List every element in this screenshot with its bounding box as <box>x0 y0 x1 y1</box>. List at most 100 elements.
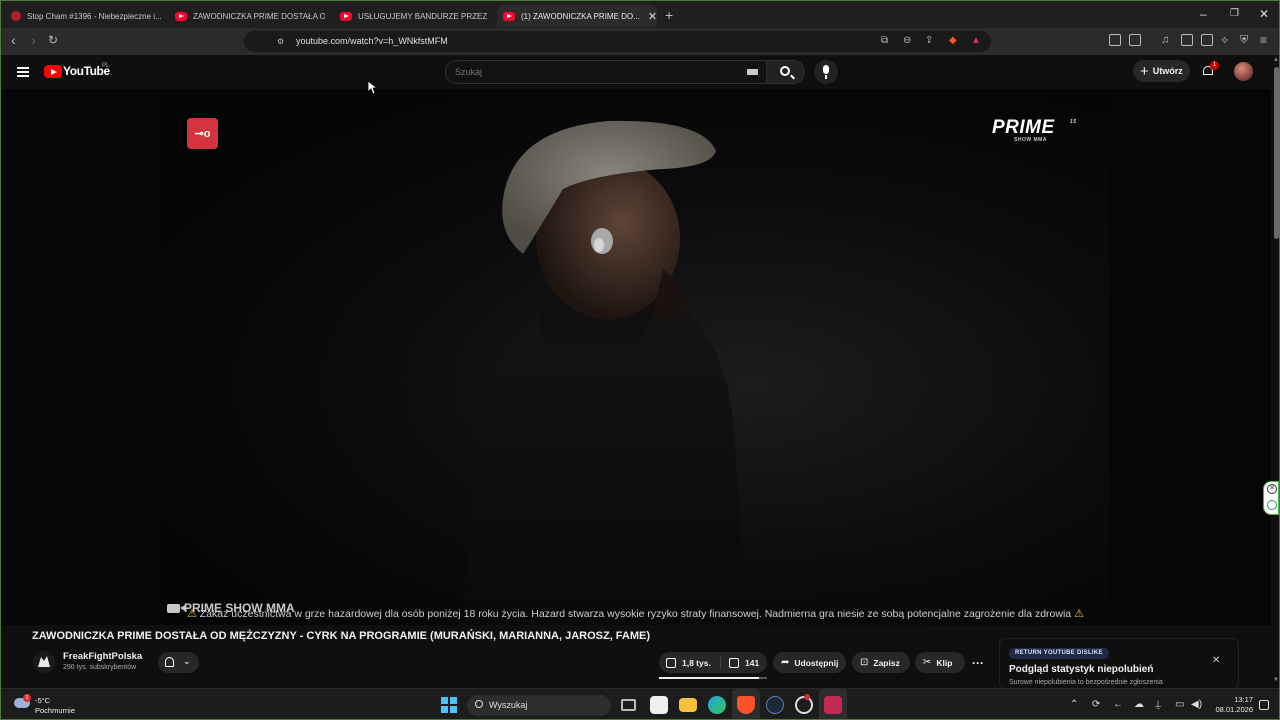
account-avatar[interactable] <box>1234 62 1253 81</box>
tab-title: Stop Cham #1396 - Niebezpieczne i... <box>27 11 162 21</box>
steam-icon[interactable] <box>766 696 784 714</box>
notification-center-icon[interactable] <box>1259 700 1269 710</box>
keyboard-icon[interactable] <box>747 69 758 75</box>
page-scrollbar[interactable]: ▲ ▼ <box>1271 55 1279 688</box>
brave-shields-icon[interactable]: ◆ <box>949 35 957 46</box>
tab-strip: Stop Cham #1396 - Niebezpieczne i... ZAW… <box>1 1 1279 28</box>
weather-alert-badge: 1 <box>23 694 31 702</box>
sync-icon[interactable]: ⟳ <box>1092 699 1100 710</box>
scissors-icon: ✂ <box>923 657 932 668</box>
prime-logo-subtitle: SHOW MMA <box>1014 137 1047 143</box>
search-box[interactable] <box>445 60 767 84</box>
search-icon <box>780 66 790 76</box>
weather-description[interactable]: Pochmurnie <box>35 706 75 715</box>
search-button[interactable] <box>767 60 805 84</box>
scroll-up-arrow-icon[interactable]: ▲ <box>1273 57 1279 63</box>
close-tab-icon[interactable]: ✕ <box>648 10 657 23</box>
menu-icon[interactable]: ≡ <box>1260 33 1267 47</box>
extension-icon[interactable] <box>1109 34 1121 46</box>
dislike-button[interactable]: 141 <box>721 657 760 668</box>
grammar-check-icon[interactable] <box>1267 500 1277 510</box>
save-button[interactable]: ⊡ Zapisz <box>852 652 910 673</box>
microphone-icon[interactable]: ⍊ <box>1155 699 1161 710</box>
site-info-icon[interactable]: ⚙ <box>277 37 284 46</box>
search-icon <box>475 700 483 708</box>
save-label: Zapisz <box>873 657 900 668</box>
store-icon[interactable] <box>650 696 668 714</box>
close-popup-icon[interactable]: ✕ <box>1212 655 1220 666</box>
app-badge <box>804 694 810 700</box>
epic-games-icon[interactable] <box>824 696 842 714</box>
tab-2[interactable]: ZAWODNICZKA PRIME DOSTAŁA OD... <box>169 5 325 27</box>
cloud-icon[interactable]: ☁ <box>1134 699 1144 710</box>
share-button[interactable]: ➦ Udostępnij <box>773 652 846 673</box>
channel-name[interactable]: FreakFightPolska <box>63 651 142 662</box>
video-scene-person <box>463 120 748 625</box>
edge-browser-icon[interactable] <box>708 696 726 714</box>
extension-side-widget[interactable]: ✕ <box>1263 481 1279 515</box>
vpn-shield-icon[interactable]: ⛨ <box>1240 34 1248 47</box>
subscriber-count: 290 tys. subskrybentów <box>63 664 137 671</box>
back-arrow-icon[interactable]: ← <box>1113 699 1123 710</box>
clock-date: 08.01.2026 <box>1215 705 1253 714</box>
brave-rewards-icon[interactable]: ▲ <box>971 35 981 46</box>
zoom-icon[interactable]: ⊖ <box>903 35 911 46</box>
subscription-bell-button[interactable]: ⌄ <box>158 652 199 673</box>
music-icon[interactable]: ♫ <box>1161 34 1169 46</box>
tab-4-active[interactable]: (1) ZAWODNICZKA PRIME DO... ✕ <box>497 5 657 27</box>
url-text[interactable]: youtube.com/watch?v=h_WNkfstMFM <box>296 36 448 46</box>
prime-logo-number: 15 <box>1070 119 1077 125</box>
weather-temperature[interactable]: -5°C <box>35 696 50 705</box>
ryd-tag: RETURN YOUTUBE DISLIKE <box>1009 648 1109 659</box>
ryd-description: Surowe niepolubienia to bezpośrednie zgł… <box>1009 679 1163 686</box>
sidebar-icon[interactable] <box>1181 34 1193 46</box>
plus-icon: + <box>1140 62 1149 80</box>
forward-button[interactable]: › <box>31 32 36 48</box>
tab-1[interactable]: Stop Cham #1396 - Niebezpieczne i... <box>5 5 163 27</box>
video-player[interactable]: ⊸o PRIME 15 SHOW MMA PRIME SHOW MMA ⚠ Za… <box>1 89 1271 625</box>
minimize-button[interactable]: – <box>1200 7 1207 21</box>
show-hidden-icons-icon[interactable]: ⌃ <box>1070 699 1078 710</box>
brave-browser-icon[interactable] <box>737 696 755 714</box>
tab-3[interactable]: USŁUGUJEMY BANDURZE PRZEZ 24H... <box>334 5 489 27</box>
scroll-down-arrow-icon[interactable]: ▼ <box>1273 677 1279 683</box>
share-arrow-icon: ➦ <box>781 657 790 668</box>
dislike-count: 141 <box>745 657 760 668</box>
create-button[interactable]: + Utwórz <box>1133 60 1190 82</box>
taskbar-search[interactable]: Wyszukaj <box>467 695 611 716</box>
thumbs-up-icon <box>666 657 676 668</box>
reload-button[interactable]: ↻ <box>48 33 58 47</box>
mouse-cursor-icon <box>368 81 378 95</box>
like-count: 1,8 tys. <box>682 657 711 668</box>
extension-icon[interactable] <box>1129 34 1141 46</box>
network-icon[interactable]: ▭ <box>1175 699 1184 710</box>
youtube-logo-icon[interactable] <box>44 65 62 78</box>
like-button[interactable]: 1,8 tys. <box>659 656 721 669</box>
file-explorer-icon[interactable] <box>679 698 697 712</box>
leo-ai-icon[interactable]: ✧ <box>1220 34 1229 47</box>
channel-avatar[interactable] <box>33 651 55 673</box>
close-window-button[interactable]: ✕ <box>1259 7 1269 21</box>
start-button[interactable] <box>441 697 457 713</box>
voice-search-button[interactable] <box>814 60 838 84</box>
search-input[interactable] <box>455 65 735 79</box>
system-clock[interactable]: 13:17 08.01.2026 <box>1213 695 1253 715</box>
open-external-icon[interactable]: ⧉ <box>881 35 888 46</box>
more-actions-button[interactable]: ··· <box>967 652 989 673</box>
prime-logo-text: PRIME <box>992 117 1055 138</box>
maximize-button[interactable]: ❐ <box>1230 8 1239 19</box>
address-bar[interactable]: ⚙ youtube.com/watch?v=h_WNkfstMFM ⧉ ⊖ ⇪ … <box>244 31 991 52</box>
video-frame[interactable]: ⊸o PRIME 15 SHOW MMA <box>163 89 1109 625</box>
share-icon[interactable]: ⇪ <box>925 35 933 46</box>
wallet-icon[interactable] <box>1201 34 1213 46</box>
notifications-button[interactable]: 1 <box>1202 61 1219 77</box>
scroll-thumb[interactable] <box>1274 67 1279 239</box>
back-button[interactable]: ‹ <box>11 32 16 48</box>
new-tab-button[interactable]: + <box>665 7 673 23</box>
task-view-icon[interactable] <box>621 699 636 711</box>
hamburger-menu-icon[interactable] <box>17 67 29 77</box>
clip-button[interactable]: ✂ Klip <box>915 652 965 673</box>
like-dislike-bar: 1,8 tys. 141 <box>659 652 767 673</box>
volume-icon[interactable]: ◀) <box>1191 699 1202 710</box>
close-icon[interactable]: ✕ <box>1267 484 1277 494</box>
